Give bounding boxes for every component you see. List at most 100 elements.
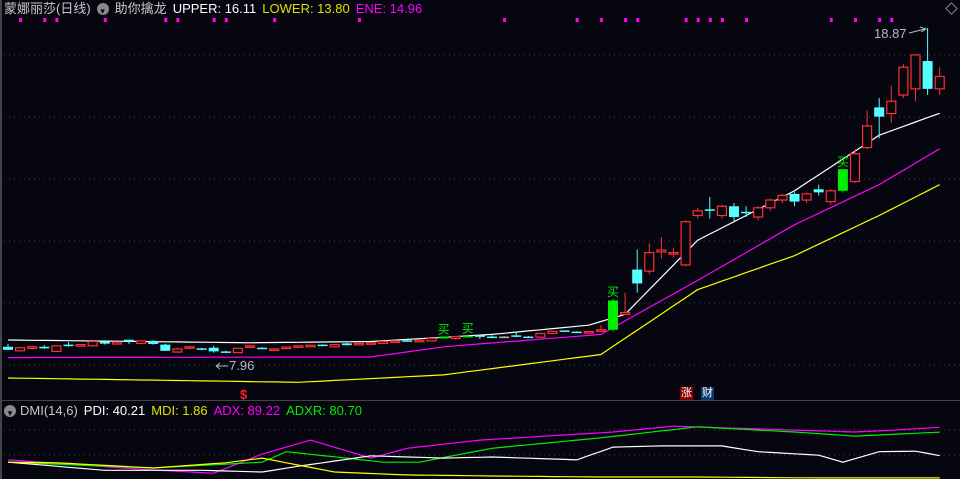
band-upper-line — [7, 112, 940, 344]
dollar-marker: $ — [240, 387, 248, 402]
stock-name[interactable]: 蒙娜丽莎(日线) — [4, 1, 91, 17]
candle-body-down — [402, 340, 413, 342]
signal-marker — [273, 18, 277, 22]
candle-body-up — [619, 311, 631, 315]
candle-body-up — [87, 340, 98, 347]
buy-signal-label: 买 — [438, 323, 450, 337]
candle-body-up — [269, 348, 280, 352]
mdi-value: MDI: 1.86 — [151, 403, 208, 418]
candle-body-up — [547, 330, 558, 335]
signal-marker — [829, 18, 833, 22]
signal-marker — [745, 18, 749, 22]
candle-body-down — [3, 346, 13, 350]
high-arrow-icon — [908, 26, 928, 34]
candle-body-down — [523, 336, 534, 339]
signal-marker — [19, 18, 23, 22]
signal-marker — [164, 18, 168, 22]
candle-body-down — [729, 206, 739, 218]
candle-body-up — [390, 340, 401, 344]
badge-zhang[interactable]: 涨 — [680, 387, 693, 400]
pdi-value: PDI: 40.21 — [83, 403, 146, 418]
candle-body-down — [438, 336, 449, 339]
indicator-name[interactable]: 助你擒龙 — [115, 1, 167, 17]
signal-marker — [224, 18, 228, 22]
candle-body-down — [462, 335, 473, 338]
candle-body-down — [499, 336, 510, 339]
candle-body-down — [208, 347, 219, 352]
candle-body-up — [27, 346, 38, 349]
signal-marker — [624, 18, 628, 22]
candle-body-up — [753, 207, 764, 218]
badge-cai[interactable]: 财 — [701, 387, 714, 400]
candle-body-up — [136, 340, 147, 344]
candle-body-up — [426, 337, 437, 342]
high-price-label: 18.87 — [874, 26, 907, 41]
candle-body-down — [99, 341, 110, 344]
dmi-adxr-line — [7, 426, 940, 469]
dmi-adx-line — [7, 425, 940, 474]
candle-body-down — [257, 347, 268, 350]
dmi-name[interactable]: DMI(14,6) — [20, 403, 78, 419]
candle-body-up — [329, 344, 340, 348]
candle-body-up — [886, 100, 897, 115]
signal-marker — [503, 18, 507, 22]
signal-marker — [890, 18, 894, 22]
candle-body-up — [15, 347, 26, 352]
candle-body-down — [341, 343, 352, 346]
dmi-dropdown-icon[interactable]: ▾ — [4, 405, 16, 418]
signal-marker — [854, 18, 857, 22]
candle-body-up — [75, 344, 86, 347]
candle-body-up — [765, 199, 776, 209]
candle-body-up — [910, 54, 921, 90]
signal-marker — [684, 18, 688, 22]
buy-signal-label: 买 — [462, 321, 474, 335]
signal-marker — [357, 18, 361, 22]
main-chart-header: 蒙娜丽莎(日线) ▾ 助你擒龙 UPPER: 16.11 LOWER: 13.8… — [4, 1, 422, 17]
candle-body-up — [644, 251, 655, 272]
upper-value: UPPER: 16.11 — [172, 1, 257, 16]
adxr-value: ADXR: 80.70 — [286, 403, 362, 418]
dmi-header: ▾ DMI(14,6) PDI: 40.21 MDI: 1.86 ADX: 89… — [4, 403, 362, 419]
candle-body-up — [801, 193, 812, 201]
candle-body-up — [293, 345, 304, 348]
candle-body-down — [632, 269, 643, 284]
signal-marker — [575, 18, 579, 22]
candle-body-up — [378, 340, 389, 344]
band-lower-line — [7, 184, 940, 383]
signal-marker — [720, 18, 724, 22]
signal-marker — [55, 18, 59, 22]
candle-body-down — [571, 331, 582, 334]
candle-body-up — [692, 210, 703, 217]
signal-marker — [708, 18, 712, 22]
candle-body-up — [934, 75, 945, 90]
candle-body-down — [63, 344, 74, 347]
candle-body-down — [124, 339, 134, 342]
candle-body-up — [898, 66, 909, 96]
candle-body-up — [716, 205, 728, 217]
candle-body-down — [220, 351, 231, 353]
signal-marker — [636, 18, 640, 22]
candle-body-down — [837, 169, 848, 191]
signal-marker — [103, 18, 107, 22]
signal-marker — [212, 18, 216, 22]
signal-marker — [696, 18, 700, 22]
candle-body-down — [148, 340, 159, 344]
candle-body-up — [232, 347, 243, 354]
candle-body-down — [874, 107, 885, 117]
candle-body-up — [414, 339, 425, 343]
candle-body-up — [305, 344, 316, 348]
candle-body-down — [39, 346, 50, 349]
candle-body-down — [317, 344, 328, 347]
candle-body-down — [741, 211, 752, 214]
signal-marker — [599, 18, 603, 22]
buy-signal-label: 买 — [837, 155, 849, 169]
candle-body-up — [849, 153, 861, 183]
candle-body-up — [583, 331, 594, 334]
indicator-dropdown-icon[interactable]: ▾ — [96, 3, 109, 16]
candle-body-down — [487, 336, 497, 339]
signal-marker — [878, 18, 882, 22]
candle-body-down — [474, 335, 485, 337]
candle-body-down — [608, 300, 618, 330]
candle-body-up — [172, 348, 183, 353]
candle-body-up — [777, 194, 788, 201]
